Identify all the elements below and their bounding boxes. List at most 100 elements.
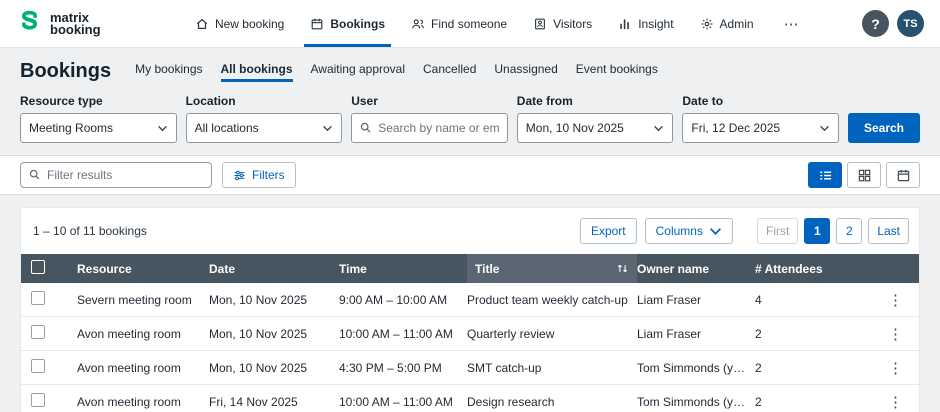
help-button[interactable]: ? bbox=[862, 10, 889, 37]
page-title: Bookings bbox=[20, 60, 111, 82]
bookings-header-section: Bookings My bookings All bookings Awaiti… bbox=[0, 48, 940, 155]
nav-find-someone[interactable]: Find someone bbox=[411, 0, 507, 47]
table-row[interactable]: Avon meeting room Mon, 10 Nov 2025 10:00… bbox=[21, 317, 919, 351]
chevron-down-icon bbox=[322, 121, 333, 135]
row-menu-icon[interactable]: ⋮ bbox=[882, 359, 911, 377]
date-to-label: Date to bbox=[682, 94, 839, 108]
cell-resource: Avon meeting room bbox=[77, 327, 209, 341]
pagination-page-2[interactable]: 2 bbox=[836, 218, 862, 244]
table-row[interactable]: Avon meeting room Mon, 10 Nov 2025 4:30 … bbox=[21, 351, 919, 385]
user-search-input[interactable] bbox=[351, 113, 508, 143]
search-icon bbox=[28, 168, 41, 181]
cell-owner: Liam Fraser bbox=[637, 327, 755, 341]
cell-title: Design research bbox=[467, 395, 637, 409]
pagination-page-1[interactable]: 1 bbox=[804, 218, 830, 244]
nav-bookings[interactable]: Bookings bbox=[310, 0, 385, 47]
row-checkbox[interactable] bbox=[31, 359, 45, 373]
row-checkbox[interactable] bbox=[31, 291, 45, 305]
main-nav: New booking Bookings Find someone Visito… bbox=[137, 0, 862, 47]
calendar-icon bbox=[310, 17, 324, 31]
row-checkbox[interactable] bbox=[31, 325, 45, 339]
list-view-button[interactable] bbox=[808, 162, 842, 188]
columns-button[interactable]: Columns bbox=[645, 218, 733, 244]
tab-my-bookings[interactable]: My bookings bbox=[135, 62, 202, 82]
location-select[interactable]: All locations bbox=[186, 113, 343, 143]
table-header-row: Resource Date Time Title Owner name # At… bbox=[21, 254, 919, 283]
topbar-right: ? TS bbox=[862, 10, 924, 37]
date-to-select[interactable]: Fri, 12 Dec 2025 bbox=[682, 113, 839, 143]
date-from-select[interactable]: Mon, 10 Nov 2025 bbox=[517, 113, 674, 143]
cell-attendees: 2 bbox=[755, 395, 847, 409]
nav-insight[interactable]: Insight bbox=[618, 0, 673, 47]
table-row[interactable]: Avon meeting room Fri, 14 Nov 2025 10:00… bbox=[21, 385, 919, 412]
tab-awaiting-approval[interactable]: Awaiting approval bbox=[311, 62, 406, 82]
cell-date: Mon, 10 Nov 2025 bbox=[209, 361, 339, 375]
cell-title: Quarterly review bbox=[467, 327, 637, 341]
cell-owner: Tom Simmonds (you) bbox=[637, 395, 755, 409]
brand-name: matrix booking bbox=[50, 12, 101, 36]
column-header-title[interactable]: Title bbox=[467, 254, 637, 283]
people-icon bbox=[411, 17, 425, 31]
row-checkbox[interactable] bbox=[31, 393, 45, 407]
chevron-down-icon bbox=[819, 121, 830, 135]
tab-unassigned[interactable]: Unassigned bbox=[494, 62, 557, 82]
column-header-owner[interactable]: Owner name bbox=[637, 262, 755, 276]
cell-time: 10:00 AM – 11:00 AM bbox=[339, 327, 467, 341]
table-row[interactable]: Severn meeting room Mon, 10 Nov 2025 9:0… bbox=[21, 283, 919, 317]
export-button[interactable]: Export bbox=[580, 218, 637, 244]
pagination-last[interactable]: Last bbox=[868, 218, 909, 244]
bookings-tabs: My bookings All bookings Awaiting approv… bbox=[135, 62, 658, 82]
search-button[interactable]: Search bbox=[848, 113, 920, 143]
resource-type-select[interactable]: Meeting Rooms bbox=[20, 113, 177, 143]
filters-button[interactable]: Filters bbox=[222, 162, 296, 188]
cell-time: 9:00 AM – 10:00 AM bbox=[339, 293, 467, 307]
badge-icon bbox=[533, 17, 547, 31]
matrix-logo-icon bbox=[16, 9, 43, 39]
tab-cancelled[interactable]: Cancelled bbox=[423, 62, 476, 82]
search-filters: Resource type Meeting Rooms Location All… bbox=[20, 94, 920, 143]
chevron-down-icon bbox=[157, 121, 168, 135]
select-all-checkbox[interactable] bbox=[31, 260, 45, 274]
cell-attendees: 2 bbox=[755, 327, 847, 341]
cell-title: Product team weekly catch-up bbox=[467, 293, 637, 307]
column-header-attendees[interactable]: # Attendees bbox=[755, 262, 847, 276]
results-summary: 1 – 10 of 11 bookings bbox=[31, 224, 147, 238]
cell-time: 10:00 AM – 11:00 AM bbox=[339, 395, 467, 409]
filter-results-input[interactable] bbox=[20, 162, 212, 188]
row-menu-icon[interactable]: ⋮ bbox=[882, 291, 911, 309]
filter-results-bar: Filters bbox=[0, 155, 940, 195]
calendar-view-button[interactable] bbox=[886, 162, 920, 188]
home-icon bbox=[195, 17, 209, 31]
pagination: First 1 2 Last bbox=[757, 218, 909, 244]
nav-new-booking[interactable]: New booking bbox=[195, 0, 284, 47]
nav-admin[interactable]: Admin bbox=[700, 0, 754, 47]
user-avatar[interactable]: TS bbox=[897, 10, 924, 37]
cell-attendees: 2 bbox=[755, 361, 847, 375]
cell-date: Fri, 14 Nov 2025 bbox=[209, 395, 339, 409]
bookings-card: 1 – 10 of 11 bookings Export Columns Fir… bbox=[20, 207, 920, 412]
grid-view-button[interactable] bbox=[847, 162, 881, 188]
resource-type-label: Resource type bbox=[20, 94, 177, 108]
grid-view-icon bbox=[857, 168, 872, 183]
column-header-time[interactable]: Time bbox=[339, 262, 467, 276]
column-header-date[interactable]: Date bbox=[209, 262, 339, 276]
results-section: 1 – 10 of 11 bookings Export Columns Fir… bbox=[0, 195, 940, 412]
cell-attendees: 4 bbox=[755, 293, 847, 307]
tab-event-bookings[interactable]: Event bookings bbox=[576, 62, 658, 82]
nav-visitors[interactable]: Visitors bbox=[533, 0, 592, 47]
top-navigation-bar: matrix booking New booking Bookings Find… bbox=[0, 0, 940, 48]
sort-icon bbox=[616, 262, 629, 275]
row-menu-icon[interactable]: ⋮ bbox=[882, 325, 911, 343]
brand-logo[interactable]: matrix booking bbox=[16, 9, 101, 39]
search-icon bbox=[359, 121, 372, 134]
column-header-resource[interactable]: Resource bbox=[77, 262, 209, 276]
row-menu-icon[interactable]: ⋮ bbox=[882, 393, 911, 411]
bar-chart-icon bbox=[618, 17, 632, 31]
calendar-view-icon bbox=[896, 168, 911, 183]
cell-owner: Tom Simmonds (you) bbox=[637, 361, 755, 375]
pagination-first[interactable]: First bbox=[757, 218, 798, 244]
tab-all-bookings[interactable]: All bookings bbox=[221, 62, 293, 82]
chevron-down-icon bbox=[709, 225, 722, 238]
cell-resource: Severn meeting room bbox=[77, 293, 209, 307]
nav-more-button[interactable]: ⋯ bbox=[780, 0, 804, 47]
